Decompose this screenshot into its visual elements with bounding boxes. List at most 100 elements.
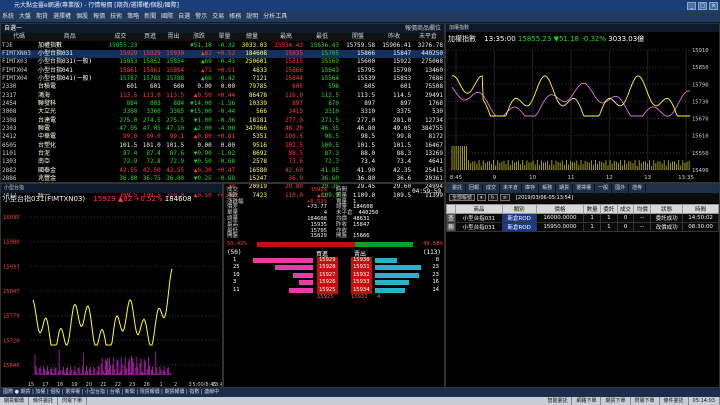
- order-tab[interactable]: 證券: [629, 184, 647, 193]
- maximize-button[interactable]: □: [698, 1, 707, 10]
- taskbar-item[interactable]: 條件委託: [29, 397, 59, 405]
- order-book-row[interactable]: 25 15928 15931 23: [227, 264, 443, 272]
- quote-row[interactable]: FIMTX03 小型台指031(一般) 15853 15852 15854 ▲69 -0.4…: [1, 58, 444, 66]
- account-select[interactable]: 全部帳號: [449, 194, 476, 201]
- quote-row[interactable]: TJE 加權指數 15855.23 ▼51.18 -0.32 3033.03 15934.4…: [1, 41, 444, 49]
- order-book-row[interactable]: 11 15925 15934 14: [227, 286, 443, 294]
- quote-row[interactable]: 2412 中華電 99.0 99.0 99.1 ▲0.80 +0.81 5351 100.5 98…: [1, 133, 444, 141]
- order-row[interactable]: 查小型台指031 新倉ROD 16000.0000 1 1 0 -- 委託成功 14:50:02: [445, 213, 719, 223]
- order-book-row[interactable]: 10 15927 15932 23: [227, 271, 443, 280]
- taskbar-item[interactable]: 閃電下單: [58, 397, 88, 405]
- quote-row[interactable]: 3008 大立光 3360 3360 3365 ▼15.00 -0.44 566 3415 331…: [1, 108, 444, 116]
- taskbar-shortcut[interactable]: 智能委託: [543, 397, 573, 405]
- menu-item-11[interactable]: 警示: [195, 13, 207, 20]
- quote-row[interactable]: 2886 兆豐金 36.80 36.75 36.80 ▼0.25 -0.68 15247 36.…: [1, 175, 444, 183]
- order-tab[interactable]: 選擇權: [573, 184, 596, 193]
- order-book-row[interactable]: 3 15926 15933 16: [227, 279, 443, 287]
- order-tab[interactable]: 一般: [595, 184, 613, 193]
- quote-row[interactable]: FIMTXN03 小型台指031 15929 15929 15930 ▲82 +0.52 18…: [1, 49, 444, 59]
- order-col-header[interactable]: 商品: [455, 204, 503, 214]
- quote-row[interactable]: 2303 聯電 47.05 47.05 47.10 ▲2.00 -4.08 347066 48.…: [1, 125, 444, 133]
- order-tab[interactable]: 庫存: [522, 184, 540, 193]
- order-col-header[interactable]: 均價: [633, 204, 652, 214]
- order-col-header[interactable]: 狀態: [650, 204, 684, 214]
- order-tab[interactable]: 回報: [466, 184, 484, 193]
- menu-item-5[interactable]: 報價: [93, 13, 105, 20]
- menu-item-7[interactable]: 策略: [127, 13, 139, 20]
- menu-item-1[interactable]: 大盤: [19, 13, 31, 20]
- quote-col-header[interactable]: 最低: [304, 33, 341, 42]
- quote-row[interactable]: 2317 鴻海 113.5 113.0 113.5 ▲0.50 +0.44 86478 116.…: [1, 91, 444, 99]
- menu-item-8[interactable]: 新聞: [144, 13, 156, 20]
- quote-row[interactable]: 2882 國泰金 42.55 42.50 42.55 ▲0.30 +0.47 16580 42.…: [1, 167, 444, 175]
- refresh-icon[interactable]: ↻: [487, 194, 498, 201]
- close-button[interactable]: ×: [709, 1, 718, 10]
- quote-col-header[interactable]: 開盤: [340, 33, 377, 42]
- quote-col-header[interactable]: 代碼: [1, 33, 38, 42]
- quote-col-header[interactable]: 成交: [102, 33, 139, 42]
- index-intraday-chart[interactable]: 15910 15850 15790 15730 15670 15610 15550 15490…: [446, 46, 719, 182]
- quote-col-header[interactable]: 買進: [138, 33, 162, 42]
- menu-item-4[interactable]: 個股: [76, 13, 88, 20]
- quote-row[interactable]: 6505 台塑化 101.5 101.0 101.5 0.00 0.00 9516 102.5 1…: [1, 141, 444, 149]
- menu-item-10[interactable]: 自選: [178, 13, 190, 20]
- taskbar-shortcut[interactable]: 條件委託: [660, 397, 689, 405]
- futures-chart-tab[interactable]: 小型台指: [1, 184, 222, 193]
- quote-row[interactable]: 2454 聯發科 884 883 884 ▼14.00 -1.56 10339 897 870 89…: [1, 100, 444, 108]
- quote-col-header[interactable]: 未平倉: [412, 33, 444, 42]
- menu-item-15[interactable]: 分析工具: [263, 13, 287, 20]
- quote-col-header[interactable]: 總量: [236, 33, 268, 42]
- quote-cell: 73.6: [288, 158, 303, 166]
- quote-col-header[interactable]: 最高: [267, 33, 304, 42]
- account-dropdown-icon[interactable]: ▾: [477, 194, 486, 201]
- quote-row[interactable]: 2308 台達電 275.0 274.5 275.5 ▼1.00 -0.36 18181 277…: [1, 116, 444, 124]
- quote-row[interactable]: FIMTX04 小型台指041 15861 15861 15864 ▲71 +0.51 483…: [1, 66, 444, 74]
- futures-intraday-chart[interactable]: 1603515980159331584715779157201564615 17 1…: [1, 205, 222, 388]
- order-col-header[interactable]: 時間: [682, 204, 719, 214]
- quote-row[interactable]: 1101 台泥 87.4 87.4 87.6 ▼0.90 -1.02 8692 88.5 87.3…: [1, 150, 444, 158]
- quote-col-header[interactable]: 單量: [212, 33, 237, 42]
- quote-fields-label[interactable]: 報價商品欄位: [405, 24, 441, 33]
- taskbar-shortcut[interactable]: 期貨下單: [601, 397, 631, 405]
- quote-row[interactable]: FIMTX04 小型台指041(一般) 15787 15783 15788 ▲66 -0.4…: [1, 75, 444, 83]
- order-tab[interactable]: 國外: [612, 184, 630, 193]
- taskbar-shortcut[interactable]: 閃電下單: [631, 397, 660, 405]
- menu-item-2[interactable]: 期貨: [36, 13, 48, 20]
- quote-col-header[interactable]: 昨收: [376, 33, 413, 42]
- menu-item-13[interactable]: 帳務: [229, 13, 241, 20]
- quote-col-header[interactable]: 賣出: [161, 33, 186, 42]
- quote-col-header[interactable]: 商品: [37, 33, 103, 42]
- menu-item-0[interactable]: 系統: [2, 13, 14, 20]
- clock: 05:14:03: [689, 397, 720, 405]
- taskbar-item[interactable]: 期貨報價: [0, 397, 30, 405]
- menu-item-6[interactable]: 技術: [110, 13, 122, 20]
- order-action-button[interactable]: 查: [445, 213, 457, 223]
- order-col-header[interactable]: 數量: [583, 204, 601, 214]
- order-col-header[interactable]: 成交: [616, 204, 635, 214]
- order-col-header[interactable]: [445, 204, 457, 214]
- index-chart-tab[interactable]: 加權指數: [446, 24, 719, 32]
- quote-row[interactable]: 1303 南亞 72.9 72.8 72.9 ▼0.50 -0.68 2578 73.6 72.3…: [1, 158, 444, 166]
- filter-icon[interactable]: ≡: [499, 194, 510, 201]
- menu-item-14[interactable]: 說明: [246, 13, 258, 20]
- order-tab[interactable]: 未平倉: [500, 184, 523, 193]
- quote-row[interactable]: 2330 台積電 601 601 600 0.00 0.00 79785 605 598 605 60…: [1, 83, 444, 91]
- order-tab[interactable]: 帳務: [539, 184, 557, 193]
- order-book-row[interactable]: 1 15929 15930 8: [227, 257, 443, 265]
- quote-tab-label[interactable]: 自選一: [4, 25, 22, 32]
- taskbar-shortcut[interactable]: 網路下單: [572, 397, 602, 405]
- minimize-button[interactable]: _: [687, 1, 696, 10]
- order-row[interactable]: 刪小型台指031 新倉ROD 15950.0000 1 1 0 -- 改價成功 08:30:00: [445, 222, 719, 232]
- order-col-header[interactable]: 價格: [535, 204, 585, 214]
- order-tab[interactable]: 成交: [483, 184, 501, 193]
- order-tab[interactable]: 期貨: [556, 184, 574, 193]
- quote-cell: 47.05: [142, 124, 161, 132]
- quote-col-header[interactable]: 漲跌: [185, 33, 213, 42]
- order-col-header[interactable]: 類別: [501, 204, 537, 214]
- order-tab[interactable]: 委託: [449, 184, 467, 193]
- menu-item-3[interactable]: 選擇權: [53, 13, 71, 20]
- order-col-header[interactable]: 委託: [599, 204, 618, 214]
- order-action-button[interactable]: 刪: [445, 222, 457, 232]
- menu-item-12[interactable]: 交易: [212, 13, 224, 20]
- menu-item-9[interactable]: 國際: [161, 13, 173, 20]
